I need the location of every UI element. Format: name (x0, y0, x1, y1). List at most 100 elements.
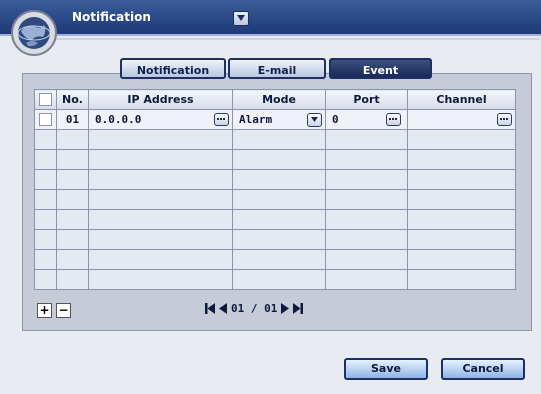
mode-value: Alarm (239, 113, 273, 126)
title-divider (12, 38, 540, 40)
ip-edit-button[interactable] (214, 113, 229, 126)
ellipsis-dot (506, 118, 508, 120)
empty-cell (325, 169, 408, 190)
tab-notification[interactable]: Notification (120, 58, 226, 79)
add-row-button[interactable]: + (37, 303, 52, 318)
empty-cell (407, 149, 516, 170)
port-edit-button[interactable] (386, 113, 401, 126)
table-row (34, 189, 516, 210)
table-row (34, 149, 516, 170)
select-all-checkbox[interactable] (39, 93, 52, 107)
previous-page-icon[interactable] (219, 302, 227, 314)
window-title: Notification (72, 10, 151, 24)
save-button[interactable]: Save (344, 358, 428, 380)
empty-cell (232, 129, 326, 150)
empty-cell (232, 249, 326, 270)
pagination: 01 / 01 (205, 300, 304, 316)
ip-address-value: 0.0.0.0 (95, 113, 142, 126)
empty-cell (325, 229, 408, 250)
empty-cell (325, 129, 408, 150)
empty-cell (88, 229, 233, 250)
port-value: 0 (332, 113, 339, 126)
empty-cell (88, 189, 233, 210)
column-header-ip: IP Address (88, 89, 233, 110)
ellipsis-dot (223, 118, 225, 120)
empty-cell (56, 229, 89, 250)
select-all-header[interactable] (34, 89, 57, 110)
empty-cell (232, 169, 326, 190)
empty-cell (34, 249, 57, 270)
empty-cell (34, 169, 57, 190)
empty-cell (34, 149, 57, 170)
empty-cell (34, 189, 57, 210)
empty-cell (56, 209, 89, 230)
empty-cell (56, 169, 89, 190)
remove-row-button[interactable]: − (56, 303, 71, 318)
ellipsis-dot (503, 118, 505, 120)
empty-cell (407, 229, 516, 250)
ellipsis-dot (395, 118, 397, 120)
ellipsis-icon (389, 118, 391, 120)
ellipsis-dot (220, 118, 222, 120)
mode-dropdown-button[interactable] (307, 113, 322, 127)
table-row (34, 209, 516, 230)
empty-cell (407, 269, 516, 290)
empty-cell (88, 169, 233, 190)
page-indicator: 01 / 01 (231, 301, 278, 315)
empty-cell (325, 149, 408, 170)
ellipsis-icon (217, 118, 219, 120)
port-cell[interactable]: 0 (325, 109, 408, 130)
table-row (34, 269, 516, 290)
tab-email[interactable]: E-mail (228, 58, 326, 79)
channel-cell[interactable] (407, 109, 516, 130)
ip-address-cell[interactable]: 0.0.0.0 (88, 109, 233, 130)
empty-cell (325, 209, 408, 230)
column-header-no: No. (56, 89, 89, 110)
empty-cell (34, 209, 57, 230)
tab-event[interactable]: Event (329, 58, 432, 79)
empty-cell (232, 189, 326, 210)
empty-cell (232, 209, 326, 230)
empty-cell (88, 129, 233, 150)
empty-cell (407, 209, 516, 230)
empty-cell (407, 169, 516, 190)
empty-cell (407, 189, 516, 210)
empty-cell (88, 209, 233, 230)
empty-cell (407, 249, 516, 270)
empty-cell (56, 189, 89, 210)
empty-cell (34, 129, 57, 150)
row-checkbox[interactable] (39, 113, 52, 127)
empty-cell (325, 269, 408, 290)
column-header-channel: Channel (407, 89, 516, 110)
empty-cell (325, 189, 408, 210)
table-row (34, 129, 516, 150)
row-select-cell[interactable] (34, 109, 57, 130)
empty-cell (56, 129, 89, 150)
empty-cell (56, 249, 89, 270)
last-page-icon[interactable] (293, 302, 304, 314)
empty-cell (232, 269, 326, 290)
chevron-down-icon (237, 15, 245, 21)
empty-cell (407, 129, 516, 150)
channel-edit-button[interactable] (497, 113, 512, 126)
ellipsis-icon (500, 118, 502, 120)
empty-cell (232, 149, 326, 170)
column-header-mode: Mode (232, 89, 326, 110)
empty-cell (34, 229, 57, 250)
title-dropdown-button[interactable] (233, 11, 249, 26)
mode-cell[interactable]: Alarm (232, 109, 326, 130)
next-page-icon[interactable] (281, 302, 290, 314)
chevron-down-icon (311, 117, 318, 122)
empty-cell (88, 269, 233, 290)
table-row (34, 169, 516, 190)
globe-logo-icon (11, 10, 57, 56)
table-row (34, 249, 516, 270)
table-row[interactable]: 01 0.0.0.0 Alarm 0 (34, 109, 516, 130)
empty-cell (34, 269, 57, 290)
empty-cell (232, 229, 326, 250)
empty-cell (88, 149, 233, 170)
empty-cell (56, 149, 89, 170)
cancel-button[interactable]: Cancel (441, 358, 525, 380)
first-page-icon[interactable] (205, 302, 215, 314)
column-header-port: Port (325, 89, 408, 110)
